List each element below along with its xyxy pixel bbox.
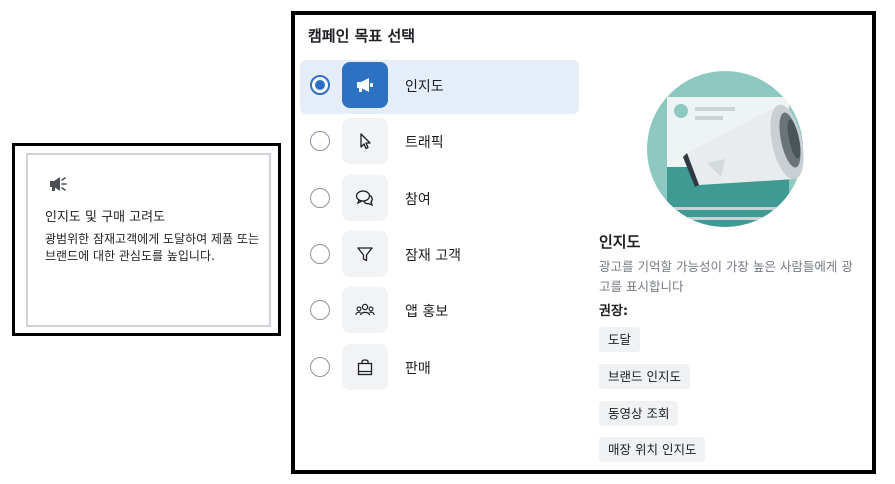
radio-button[interactable] bbox=[310, 131, 330, 151]
detail-description: 광고를 기억할 가능성이 가장 높은 사람들에게 광고를 표시합니다 bbox=[599, 259, 853, 294]
radio-button[interactable] bbox=[310, 300, 330, 320]
option-icon-box bbox=[342, 231, 388, 277]
option-label: 트래픽 bbox=[405, 135, 444, 151]
option-label: 잠재 고객 bbox=[405, 248, 461, 264]
recommended-label: 권장: bbox=[599, 304, 629, 319]
option-traffic[interactable]: 트래픽 bbox=[300, 116, 579, 170]
option-label: 판매 bbox=[405, 361, 431, 377]
awareness-illustration bbox=[647, 71, 804, 227]
option-icon-box bbox=[342, 344, 388, 390]
option-label: 인지도 bbox=[405, 79, 444, 95]
option-awareness[interactable]: 인지도 bbox=[300, 60, 579, 114]
objective-card[interactable]: 인지도 및 구매 고려도 광범위한 잠재고객에게 도달하여 제품 또는 브랜드에… bbox=[26, 153, 271, 327]
radio-button[interactable] bbox=[310, 357, 330, 377]
option-sales[interactable]: 판매 bbox=[300, 342, 579, 396]
option-engagement[interactable]: 참여 bbox=[300, 173, 579, 227]
option-icon-box bbox=[342, 175, 388, 221]
funnel-icon bbox=[357, 247, 373, 262]
card-description: 광범위한 잠재고객에게 도달하여 제품 또는 브랜드에 대한 관심도를 높입니다… bbox=[45, 232, 259, 263]
option-label: 참여 bbox=[405, 192, 431, 208]
radio-button[interactable] bbox=[310, 244, 330, 264]
radio-button[interactable] bbox=[310, 188, 330, 208]
people-icon bbox=[355, 303, 375, 316]
objective-card-frame: 인지도 및 구매 고려도 광범위한 잠재고객에게 도달하여 제품 또는 브랜드에… bbox=[12, 143, 281, 336]
option-icon-box bbox=[342, 118, 388, 164]
option-leads[interactable]: 잠재 고객 bbox=[300, 229, 579, 283]
chat-bubbles-icon bbox=[355, 190, 374, 207]
shopping-bag-icon bbox=[357, 359, 373, 376]
option-app-promotion[interactable]: 앱 홍보 bbox=[300, 285, 579, 339]
option-label: 앱 홍보 bbox=[405, 304, 449, 320]
radio-button[interactable] bbox=[310, 75, 330, 95]
megaphone-icon bbox=[50, 177, 67, 191]
card-title: 인지도 및 구매 고려도 bbox=[45, 210, 166, 225]
detail-title: 인지도 bbox=[599, 233, 641, 251]
recommended-tag: 매장 위치 인지도 bbox=[599, 437, 706, 462]
option-icon-box bbox=[342, 287, 388, 333]
recommended-tag: 브랜드 인지도 bbox=[599, 364, 690, 389]
megaphone-icon bbox=[357, 78, 373, 92]
panel-title: 캠페인 목표 선택 bbox=[308, 27, 416, 45]
recommended-tag: 동영상 조회 bbox=[599, 401, 679, 426]
cursor-icon bbox=[360, 133, 371, 150]
option-icon-box bbox=[342, 62, 388, 108]
recommended-tag: 도달 bbox=[599, 327, 641, 352]
campaign-objective-panel: 캠페인 목표 선택 인지도 트래픽 참여 잠재 고객 앱 홍보 판매 인지도 광… bbox=[291, 11, 876, 474]
